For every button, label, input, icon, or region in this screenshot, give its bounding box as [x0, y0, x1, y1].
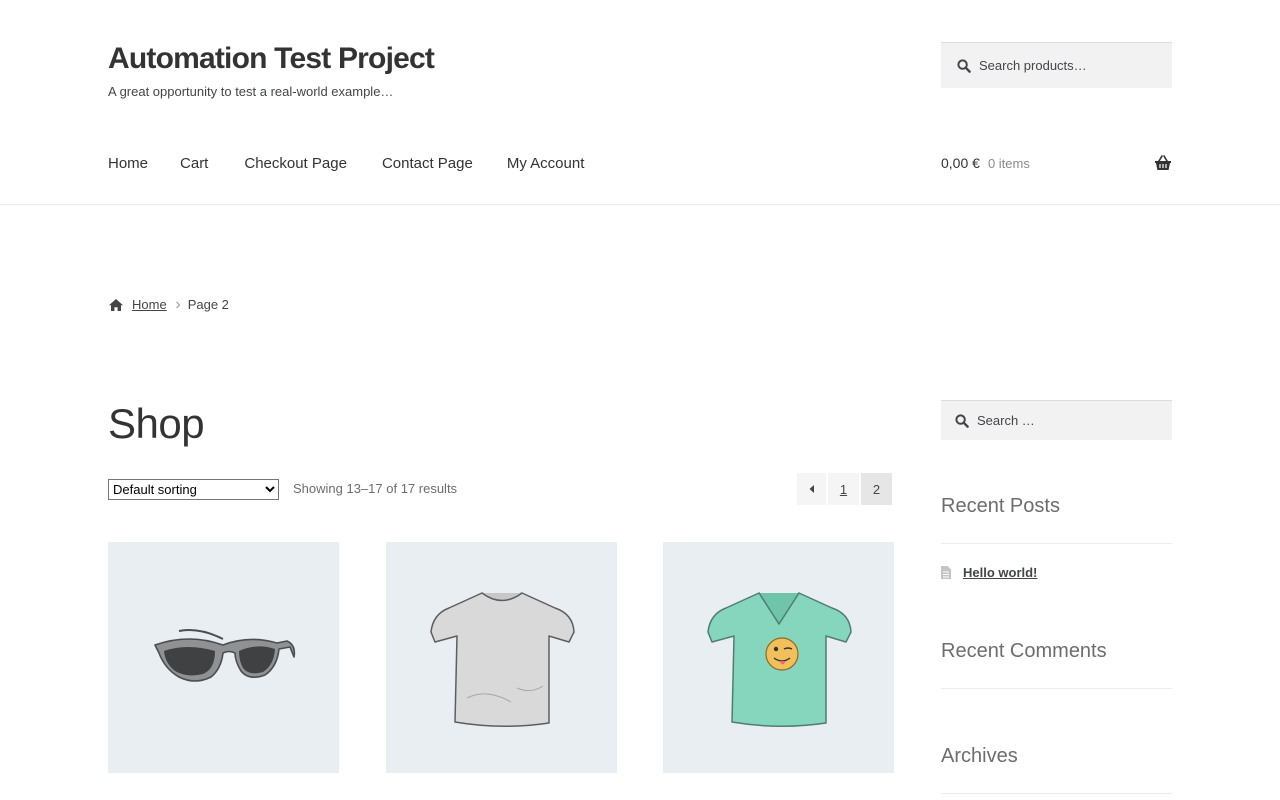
- cart-item-count: 0 items: [987, 155, 1030, 171]
- product-card-grey-t-shirt[interactable]: [386, 542, 617, 773]
- sidebar-search-input[interactable]: [977, 413, 1157, 428]
- breadcrumb-home-link[interactable]: Home: [132, 297, 167, 312]
- primary-navigation: Home Cart Checkout Page Contact Page My …: [108, 155, 616, 172]
- nav-item-home[interactable]: Home: [108, 155, 148, 172]
- divider: [941, 688, 1172, 689]
- header-product-search: [941, 42, 1172, 88]
- result-count: Showing 13–17 of 17 results: [293, 481, 458, 496]
- site-tagline: A great opportunity to test a real-world…: [108, 84, 394, 99]
- product-card-green-v-neck-t-shirt[interactable]: [663, 542, 894, 773]
- breadcrumb: Home Page 2: [108, 297, 229, 312]
- basket-icon[interactable]: [1154, 155, 1172, 171]
- search-icon: [957, 58, 971, 73]
- divider: [941, 793, 1172, 794]
- recent-post-item: Hello world!: [941, 565, 1037, 580]
- home-icon: [108, 298, 124, 312]
- site-title[interactable]: Automation Test Project: [108, 42, 435, 76]
- product-card-sunglasses[interactable]: [108, 542, 339, 773]
- sorting-select[interactable]: Default sorting: [108, 479, 279, 500]
- caret-left-icon: [809, 485, 814, 493]
- previous-page-button[interactable]: [797, 473, 826, 505]
- page-title: Shop: [108, 400, 205, 447]
- product-search-input[interactable]: [979, 58, 1159, 73]
- archives-title: Archives: [941, 745, 1018, 767]
- nav-item-cart[interactable]: Cart: [180, 155, 208, 172]
- product-grid: [108, 542, 894, 773]
- grey-t-shirt-image: [429, 591, 575, 727]
- chevron-right-icon: [173, 300, 183, 310]
- page-number-1[interactable]: 1: [828, 473, 859, 505]
- recent-posts-title: Recent Posts: [941, 495, 1060, 517]
- nav-item-checkout-page[interactable]: Checkout Page: [244, 155, 347, 172]
- pagination: 1 2: [797, 473, 892, 505]
- nav-item-contact-page[interactable]: Contact Page: [382, 155, 473, 172]
- sunglasses-image: [153, 628, 295, 682]
- nav-item-my-account[interactable]: My Account: [507, 155, 585, 172]
- page-number-2-current: 2: [861, 473, 892, 505]
- site-header: Automation Test Project A great opportun…: [0, 0, 1280, 205]
- search-icon: [955, 413, 969, 428]
- sidebar-search: [941, 400, 1172, 440]
- cart-amount: 0,00 €: [941, 155, 980, 171]
- divider: [941, 543, 1172, 544]
- recent-comments-title: Recent Comments: [941, 640, 1107, 662]
- recent-post-link[interactable]: Hello world!: [963, 565, 1037, 580]
- breadcrumb-current: Page 2: [187, 297, 229, 312]
- green-v-neck-t-shirt-image: [706, 591, 852, 727]
- mini-cart[interactable]: 0,00 € 0 items: [941, 155, 1172, 171]
- document-icon: [941, 566, 951, 579]
